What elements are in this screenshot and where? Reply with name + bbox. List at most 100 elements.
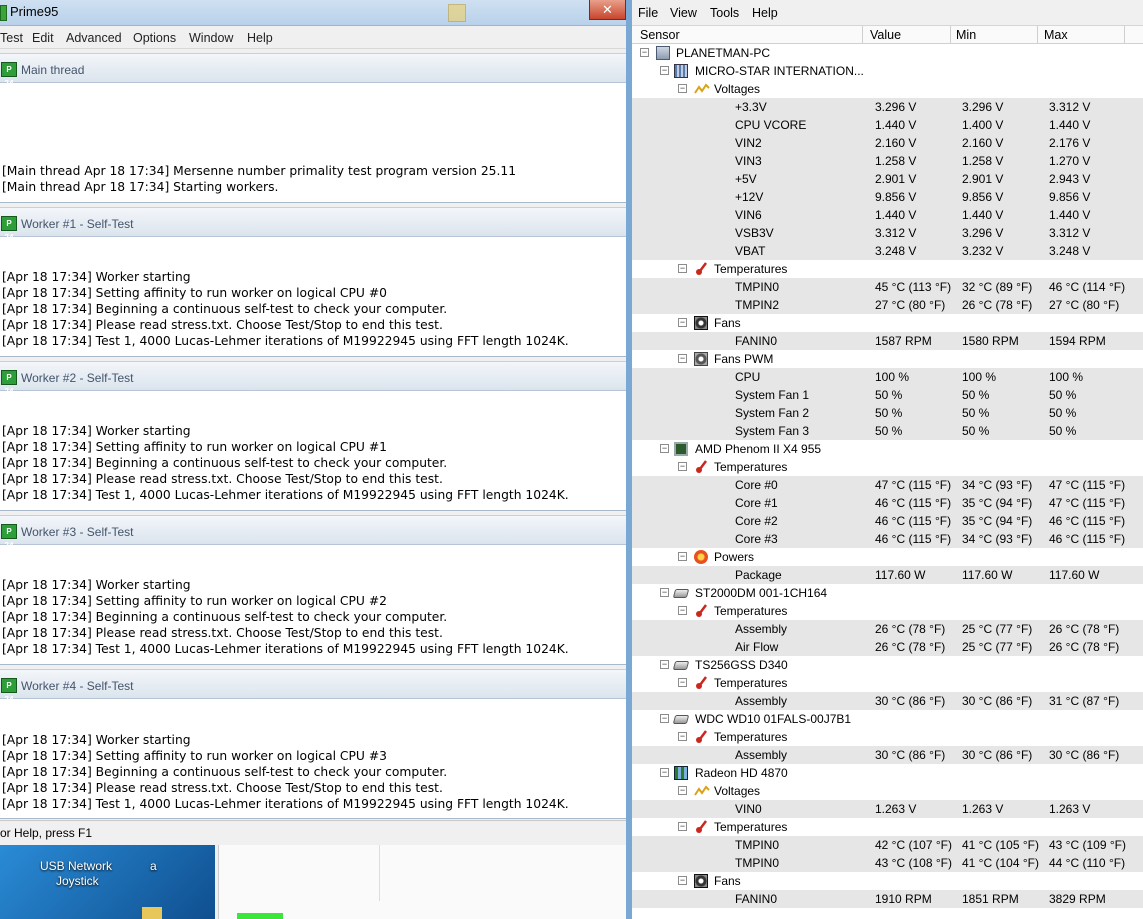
close-button[interactable]: ✕: [589, 0, 626, 20]
column-separator[interactable]: [1124, 26, 1125, 44]
sensor-row[interactable]: VIN0 1.263 V 1.263 V 1.263 V: [632, 800, 1143, 818]
collapse-toggle[interactable]: −: [678, 552, 687, 561]
column-min[interactable]: Min: [956, 28, 976, 42]
worker-2-window[interactable]: P 24 Worker #2 - Self-Test [Apr 18 17:34…: [0, 361, 626, 511]
prime95-titlebar[interactable]: Prime95 ✕: [0, 0, 626, 26]
menu-tools[interactable]: Tools: [710, 6, 739, 20]
collapse-toggle[interactable]: −: [660, 588, 669, 597]
sensor-row[interactable]: +12V 9.856 V 9.856 V 9.856 V: [632, 188, 1143, 206]
column-max[interactable]: Max: [1044, 28, 1068, 42]
sensor-row[interactable]: +3.3V 3.296 V 3.296 V 3.312 V: [632, 98, 1143, 116]
collapse-toggle[interactable]: −: [678, 318, 687, 327]
tree-group-row[interactable]: − Powers: [632, 548, 1143, 566]
tree-group-row[interactable]: − WDC WD10 01FALS-00J7B1: [632, 710, 1143, 728]
collapse-toggle[interactable]: −: [678, 678, 687, 687]
collapse-toggle[interactable]: −: [678, 786, 687, 795]
sensor-row[interactable]: Package 117.60 W 117.60 W 117.60 W: [632, 566, 1143, 584]
column-separator[interactable]: [862, 26, 863, 44]
tree-group-row[interactable]: − Temperatures: [632, 728, 1143, 746]
sensor-row[interactable]: Core #3 46 °C (115 °F) 34 °C (93 °F) 46 °C …: [632, 530, 1143, 548]
sensor-row[interactable]: VIN2 2.160 V 2.160 V 2.176 V: [632, 134, 1143, 152]
sensor-row[interactable]: CPU 100 % 100 % 100 %: [632, 368, 1143, 386]
folder-icon[interactable]: [142, 907, 162, 919]
sensor-row[interactable]: VIN3 1.258 V 1.258 V 1.270 V: [632, 152, 1143, 170]
collapse-toggle[interactable]: −: [660, 660, 669, 669]
tree-group-row[interactable]: − Temperatures: [632, 260, 1143, 278]
tree-group-row[interactable]: − Radeon HD 4870: [632, 764, 1143, 782]
worker-1-window[interactable]: P 24 Worker #1 - Self-Test [Apr 18 17:34…: [0, 207, 626, 357]
desktop-icon-label[interactable]: a: [150, 859, 157, 873]
sensor-row[interactable]: Core #1 46 °C (115 °F) 35 °C (94 °F) 47 °C …: [632, 494, 1143, 512]
tree-group-row[interactable]: − Voltages: [632, 782, 1143, 800]
menu-view[interactable]: View: [670, 6, 697, 20]
collapse-toggle[interactable]: −: [660, 768, 669, 777]
sensor-row[interactable]: Assembly 30 °C (86 °F) 30 °C (86 °F) 31 °C …: [632, 692, 1143, 710]
menu-help[interactable]: Help: [247, 31, 273, 45]
collapse-toggle[interactable]: −: [678, 822, 687, 831]
menu-options[interactable]: Options: [133, 31, 176, 45]
menu-file[interactable]: File: [638, 6, 658, 20]
tree-group-row[interactable]: − Voltages: [632, 80, 1143, 98]
tree-group-row[interactable]: − Fans: [632, 314, 1143, 332]
tree-group-row[interactable]: − ST2000DM 001-1CH164: [632, 584, 1143, 602]
tree-group-row[interactable]: − Fans PWM: [632, 350, 1143, 368]
sensor-row[interactable]: Assembly 26 °C (78 °F) 25 °C (77 °F) 26 °C …: [632, 620, 1143, 638]
collapse-toggle[interactable]: −: [678, 606, 687, 615]
collapse-toggle[interactable]: −: [678, 264, 687, 273]
sensor-row[interactable]: FANIN0 1587 RPM 1580 RPM 1594 RPM: [632, 332, 1143, 350]
column-sensor[interactable]: Sensor: [640, 28, 680, 42]
collapse-toggle[interactable]: −: [678, 354, 687, 363]
column-value[interactable]: Value: [870, 28, 901, 42]
collapse-toggle[interactable]: −: [678, 84, 687, 93]
desktop-icon-label[interactable]: USB Network: [40, 859, 112, 873]
tree-group-row[interactable]: − PLANETMAN-PC: [632, 44, 1143, 62]
sensor-row[interactable]: TMPIN2 27 °C (80 °F) 26 °C (78 °F) 27 °C (8…: [632, 296, 1143, 314]
sensor-row[interactable]: Core #0 47 °C (115 °F) 34 °C (93 °F) 47 °C …: [632, 476, 1143, 494]
sensor-row[interactable]: +5V 2.901 V 2.901 V 2.943 V: [632, 170, 1143, 188]
tree-group-row[interactable]: − Fans: [632, 872, 1143, 890]
sensor-row[interactable]: System Fan 3 50 % 50 % 50 %: [632, 422, 1143, 440]
menu-help[interactable]: Help: [752, 6, 778, 20]
tree-group-row[interactable]: − AMD Phenom II X4 955: [632, 440, 1143, 458]
collapse-toggle[interactable]: −: [660, 714, 669, 723]
sensor-row[interactable]: TMPIN0 45 °C (113 °F) 32 °C (89 °F) 46 °C (…: [632, 278, 1143, 296]
sensor-row[interactable]: VSB3V 3.312 V 3.296 V 3.312 V: [632, 224, 1143, 242]
worker-2-caption[interactable]: P 24 Worker #2 - Self-Test: [0, 361, 626, 396]
sensor-row[interactable]: System Fan 1 50 % 50 % 50 %: [632, 386, 1143, 404]
tree-group-row[interactable]: − Temperatures: [632, 818, 1143, 836]
tree-group-row[interactable]: − Temperatures: [632, 674, 1143, 692]
main-thread-window[interactable]: P 24 Main thread [Main thread Apr 18 17:…: [0, 53, 626, 203]
sensor-tree[interactable]: − PLANETMAN-PC − MICRO-STAR INTERNATION... −…: [632, 44, 1143, 919]
tree-group-row[interactable]: − Temperatures: [632, 458, 1143, 476]
sensor-row[interactable]: Air Flow 26 °C (78 °F) 25 °C (77 °F) 26 °C …: [632, 638, 1143, 656]
collapse-toggle[interactable]: −: [640, 48, 649, 57]
column-separator[interactable]: [950, 26, 951, 44]
worker-3-window[interactable]: P 24 Worker #3 - Self-Test [Apr 18 17:34…: [0, 515, 626, 665]
collapse-toggle[interactable]: −: [660, 444, 669, 453]
desktop-icon-label[interactable]: Joystick: [56, 874, 99, 888]
sensor-row[interactable]: TMPIN0 43 °C (108 °F) 41 °C (104 °F) 44 °C …: [632, 854, 1143, 872]
worker-3-caption[interactable]: P 24 Worker #3 - Self-Test: [0, 515, 626, 550]
sensor-row[interactable]: FANIN0 1910 RPM 1851 RPM 3829 RPM: [632, 890, 1143, 908]
sensor-row[interactable]: VBAT 3.248 V 3.232 V 3.248 V: [632, 242, 1143, 260]
worker-4-caption[interactable]: P 24 Worker #4 - Self-Test: [0, 669, 626, 704]
menu-advanced[interactable]: Advanced: [66, 31, 122, 45]
sensor-row[interactable]: TMPIN0 42 °C (107 °F) 41 °C (105 °F) 43 °C …: [632, 836, 1143, 854]
tree-group-row[interactable]: − MICRO-STAR INTERNATION...: [632, 62, 1143, 80]
sensor-row[interactable]: CPU VCORE 1.440 V 1.400 V 1.440 V: [632, 116, 1143, 134]
sensor-row[interactable]: VIN6 1.440 V 1.440 V 1.440 V: [632, 206, 1143, 224]
sensor-row[interactable]: Core #2 46 °C (115 °F) 35 °C (94 °F) 46 °C …: [632, 512, 1143, 530]
collapse-toggle[interactable]: −: [678, 462, 687, 471]
collapse-toggle[interactable]: −: [678, 732, 687, 741]
collapse-toggle[interactable]: −: [678, 876, 687, 885]
main-thread-caption[interactable]: P 24 Main thread: [0, 53, 626, 88]
menu-test[interactable]: Test: [0, 31, 23, 45]
collapse-toggle[interactable]: −: [660, 66, 669, 75]
menu-edit[interactable]: Edit: [32, 31, 54, 45]
tree-group-row[interactable]: − Temperatures: [632, 602, 1143, 620]
column-separator[interactable]: [1037, 26, 1038, 44]
worker-4-window[interactable]: P 24 Worker #4 - Self-Test [Apr 18 17:34…: [0, 669, 626, 819]
worker-1-caption[interactable]: P 24 Worker #1 - Self-Test: [0, 207, 626, 242]
menu-window[interactable]: Window: [189, 31, 233, 45]
sensor-row[interactable]: System Fan 2 50 % 50 % 50 %: [632, 404, 1143, 422]
